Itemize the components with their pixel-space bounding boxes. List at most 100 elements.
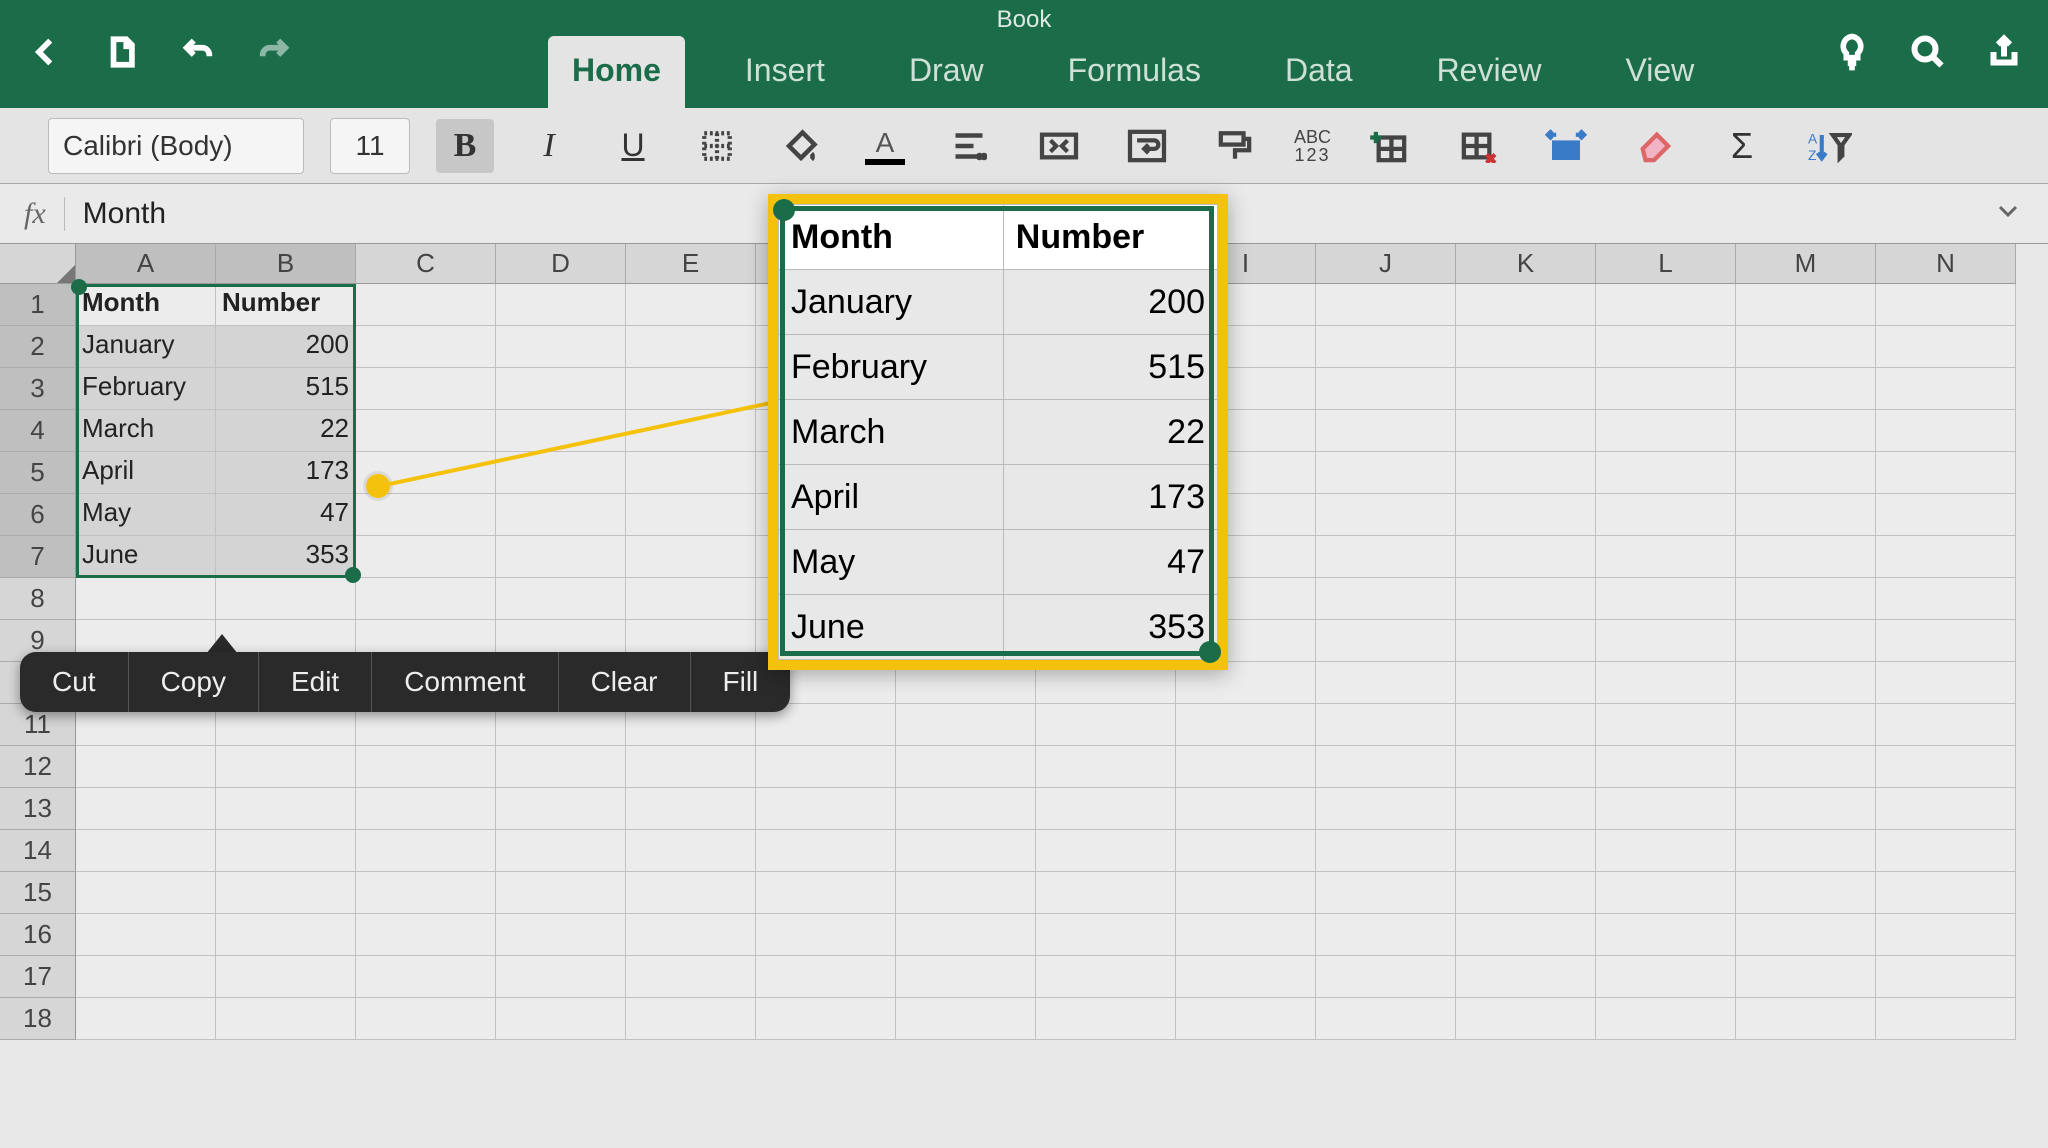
cell-D3[interactable] <box>496 368 626 410</box>
cell-M17[interactable] <box>1736 956 1876 998</box>
col-header-E[interactable]: E <box>626 244 756 284</box>
cell-M13[interactable] <box>1736 788 1876 830</box>
cell-E7[interactable] <box>626 536 756 578</box>
cell-J14[interactable] <box>1316 830 1456 872</box>
cell-B1[interactable]: Number <box>216 284 356 326</box>
cell-K17[interactable] <box>1456 956 1596 998</box>
cell-L4[interactable] <box>1596 410 1736 452</box>
context-edit[interactable]: Edit <box>259 652 372 712</box>
cell-J17[interactable] <box>1316 956 1456 998</box>
cell-L7[interactable] <box>1596 536 1736 578</box>
cell-K14[interactable] <box>1456 830 1596 872</box>
cell-B18[interactable] <box>216 998 356 1040</box>
cell-K18[interactable] <box>1456 998 1596 1040</box>
cell-B8[interactable] <box>216 578 356 620</box>
cell-N15[interactable] <box>1876 872 2016 914</box>
row-header-7[interactable]: 7 <box>0 536 76 578</box>
wrap-text-button[interactable] <box>1118 119 1176 173</box>
cell-G11[interactable] <box>896 704 1036 746</box>
cell-B12[interactable] <box>216 746 356 788</box>
cell-H17[interactable] <box>1036 956 1176 998</box>
cell-F12[interactable] <box>756 746 896 788</box>
col-header-J[interactable]: J <box>1316 244 1456 284</box>
cell-L17[interactable] <box>1596 956 1736 998</box>
cell-K8[interactable] <box>1456 578 1596 620</box>
cell-I16[interactable] <box>1176 914 1316 956</box>
row-header-12[interactable]: 12 <box>0 746 76 788</box>
cell-A13[interactable] <box>76 788 216 830</box>
cell-M9[interactable] <box>1736 620 1876 662</box>
cell-C8[interactable] <box>356 578 496 620</box>
align-button[interactable] <box>940 119 998 173</box>
cell-N8[interactable] <box>1876 578 2016 620</box>
spreadsheet[interactable]: ABCDEFGHIJKLMN 1234567891011121314151617… <box>0 244 2048 1148</box>
cell-A7[interactable]: June <box>76 536 216 578</box>
cell-D6[interactable] <box>496 494 626 536</box>
cell-C7[interactable] <box>356 536 496 578</box>
col-header-B[interactable]: B <box>216 244 356 284</box>
cell-N1[interactable] <box>1876 284 2016 326</box>
tab-view[interactable]: View <box>1601 36 1718 111</box>
cell-E15[interactable] <box>626 872 756 914</box>
cell-F15[interactable] <box>756 872 896 914</box>
cell-L10[interactable] <box>1596 662 1736 704</box>
cell-H12[interactable] <box>1036 746 1176 788</box>
cell-D14[interactable] <box>496 830 626 872</box>
cell-C18[interactable] <box>356 998 496 1040</box>
autosum-button[interactable]: Σ <box>1713 119 1771 173</box>
cell-H18[interactable] <box>1036 998 1176 1040</box>
cell-L18[interactable] <box>1596 998 1736 1040</box>
cell-J12[interactable] <box>1316 746 1456 788</box>
col-header-K[interactable]: K <box>1456 244 1596 284</box>
cell-K16[interactable] <box>1456 914 1596 956</box>
cell-M15[interactable] <box>1736 872 1876 914</box>
cell-M7[interactable] <box>1736 536 1876 578</box>
font-color-button[interactable]: A <box>856 119 914 173</box>
col-header-M[interactable]: M <box>1736 244 1876 284</box>
cell-N6[interactable] <box>1876 494 2016 536</box>
format-painter-button[interactable] <box>1206 119 1264 173</box>
cell-N9[interactable] <box>1876 620 2016 662</box>
row-header-4[interactable]: 4 <box>0 410 76 452</box>
cell-F14[interactable] <box>756 830 896 872</box>
cell-J11[interactable] <box>1316 704 1456 746</box>
cell-N10[interactable] <box>1876 662 2016 704</box>
cell-E6[interactable] <box>626 494 756 536</box>
number-format-button[interactable]: ABC 123 <box>1294 119 1331 173</box>
cell-I14[interactable] <box>1176 830 1316 872</box>
row-header-6[interactable]: 6 <box>0 494 76 536</box>
cell-K13[interactable] <box>1456 788 1596 830</box>
row-header-2[interactable]: 2 <box>0 326 76 368</box>
context-comment[interactable]: Comment <box>372 652 558 712</box>
back-icon[interactable] <box>26 32 66 72</box>
cell-E5[interactable] <box>626 452 756 494</box>
font-size-select[interactable]: 11 <box>330 118 410 174</box>
cell-A18[interactable] <box>76 998 216 1040</box>
row-header-14[interactable]: 14 <box>0 830 76 872</box>
cell-H14[interactable] <box>1036 830 1176 872</box>
cell-K3[interactable] <box>1456 368 1596 410</box>
cell-N14[interactable] <box>1876 830 2016 872</box>
cell-C13[interactable] <box>356 788 496 830</box>
cell-J1[interactable] <box>1316 284 1456 326</box>
cell-L5[interactable] <box>1596 452 1736 494</box>
cell-K9[interactable] <box>1456 620 1596 662</box>
cell-B16[interactable] <box>216 914 356 956</box>
row-header-13[interactable]: 13 <box>0 788 76 830</box>
tab-draw[interactable]: Draw <box>885 36 1008 111</box>
cell-G16[interactable] <box>896 914 1036 956</box>
cell-D18[interactable] <box>496 998 626 1040</box>
cell-E18[interactable] <box>626 998 756 1040</box>
cell-M2[interactable] <box>1736 326 1876 368</box>
tab-formulas[interactable]: Formulas <box>1044 36 1225 111</box>
row-header-3[interactable]: 3 <box>0 368 76 410</box>
cell-A16[interactable] <box>76 914 216 956</box>
cell-D7[interactable] <box>496 536 626 578</box>
row-header-18[interactable]: 18 <box>0 998 76 1040</box>
col-header-L[interactable]: L <box>1596 244 1736 284</box>
cell-C12[interactable] <box>356 746 496 788</box>
cell-I15[interactable] <box>1176 872 1316 914</box>
cell-M12[interactable] <box>1736 746 1876 788</box>
cell-L2[interactable] <box>1596 326 1736 368</box>
autofit-button[interactable] <box>1537 119 1595 173</box>
